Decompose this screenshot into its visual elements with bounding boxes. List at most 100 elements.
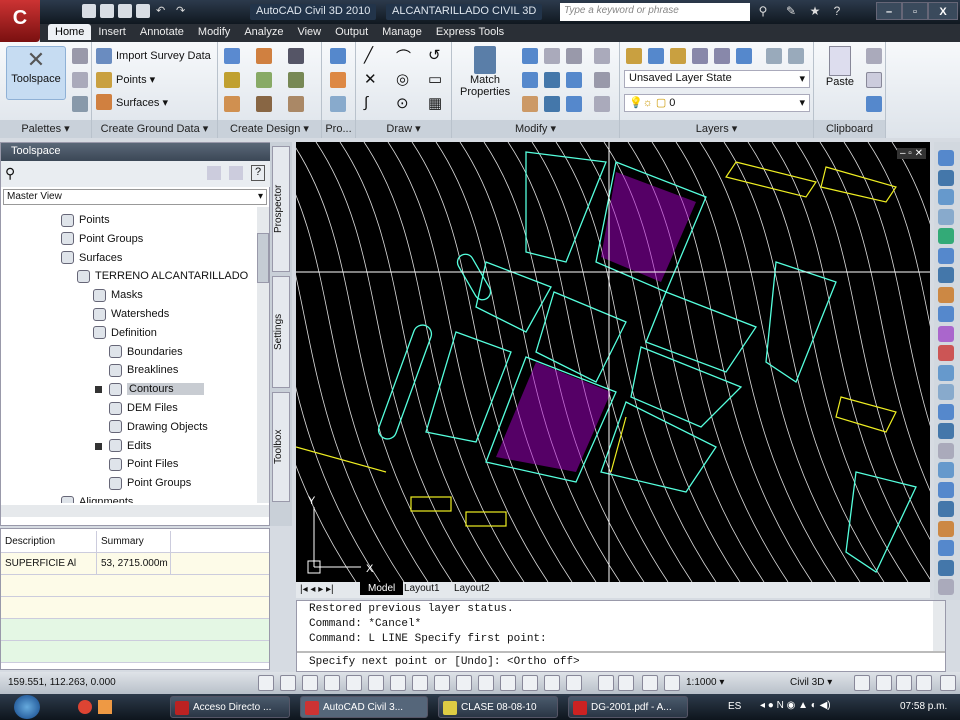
polyline-icon[interactable]: ⌒ — [396, 46, 411, 67]
command-prompt[interactable]: Specify next point or [Undo]: <Ortho off… — [309, 656, 580, 668]
status-toggle-button[interactable] — [434, 675, 450, 691]
column-header-summary[interactable]: Summary — [97, 531, 171, 553]
tree-item[interactable]: TERRENO ALCANTARILLADO — [77, 267, 248, 286]
panorama-icon[interactable] — [72, 96, 88, 112]
tree-item[interactable]: Definition — [93, 324, 157, 343]
explode-icon[interactable] — [594, 72, 610, 88]
paste-button[interactable]: Paste — [822, 46, 858, 88]
hatch-icon[interactable]: ▦ — [428, 94, 442, 112]
pipe-network-icon[interactable] — [224, 96, 240, 112]
search-input[interactable]: Type a keyword or phrase — [560, 3, 750, 21]
tray-icons[interactable]: ◂ ● N ◉ ▲ ◐ ◀) — [760, 700, 860, 714]
tree-scrollbar[interactable] — [257, 207, 269, 503]
circle-icon[interactable]: ◎ — [396, 70, 409, 88]
corridor-icon[interactable] — [288, 72, 304, 88]
expand-icon[interactable] — [95, 442, 102, 450]
tree-item[interactable]: Masks — [93, 286, 143, 305]
tool-icon[interactable] — [938, 481, 954, 498]
tree-item[interactable]: Point Groups — [61, 230, 143, 249]
help-icon[interactable]: ? — [251, 165, 265, 181]
layer-off-icon[interactable] — [692, 48, 708, 64]
status-toggle-button[interactable] — [302, 675, 318, 691]
tab-view[interactable]: View — [290, 24, 328, 40]
help-icon[interactable]: ? — [830, 4, 844, 18]
tool-icon[interactable] — [938, 325, 954, 342]
drawing-canvas[interactable]: Y X – ▫ ✕ — [296, 142, 930, 582]
rectangle-icon[interactable]: ▭ — [428, 70, 442, 88]
tree-item[interactable]: DEM Files — [109, 399, 178, 418]
taskbar-item[interactable]: DG-2001.pdf - A... — [568, 696, 688, 718]
application-menu-button[interactable]: C — [0, 0, 40, 42]
tab-toolbox[interactable]: Toolbox — [272, 392, 290, 502]
tool-icon[interactable] — [938, 345, 954, 361]
language-indicator[interactable]: ES — [728, 701, 741, 712]
status-toggle-button[interactable] — [456, 675, 472, 691]
tool-icon[interactable] — [938, 267, 954, 283]
status-toggle-button[interactable] — [346, 675, 362, 691]
subassembly-icon[interactable] — [288, 96, 304, 112]
viewport-window-controls[interactable]: – ▫ ✕ — [896, 148, 926, 159]
tool-icon[interactable] — [938, 501, 954, 517]
copy-modify-icon[interactable] — [594, 48, 610, 64]
layer-state-dropdown[interactable]: Unsaved Layer State ▾ — [624, 70, 810, 88]
tab-manage[interactable]: Manage — [375, 24, 429, 40]
tab-insert[interactable]: Insert — [91, 24, 133, 40]
status-toggle-button[interactable] — [598, 675, 614, 691]
tool-icon[interactable] — [938, 150, 954, 166]
tree-item[interactable]: Points — [61, 211, 110, 230]
fillet-icon[interactable] — [544, 72, 560, 88]
status-toggle-button[interactable] — [390, 675, 406, 691]
tree-item[interactable]: Drawing Objects — [109, 418, 208, 437]
tool-icon[interactable] — [938, 208, 954, 225]
construction-line-icon[interactable]: ✕ — [364, 70, 377, 88]
tab-output[interactable]: Output — [328, 24, 375, 40]
rotate-modify-icon[interactable] — [544, 48, 560, 64]
properties-icon[interactable] — [72, 48, 88, 64]
panel-label[interactable]: Modify ▾ — [452, 120, 619, 138]
layer-properties-icon[interactable] — [626, 48, 642, 64]
panel-label[interactable]: Palettes ▾ — [0, 120, 91, 138]
taskbar-item-active[interactable]: AutoCAD Civil 3... — [300, 696, 428, 718]
binoculars-icon[interactable]: ⚲ — [756, 4, 770, 18]
column-header-description[interactable]: Description — [1, 531, 97, 553]
tab-home[interactable]: Home — [48, 24, 92, 40]
layer-iso-icon[interactable] — [670, 48, 686, 64]
open-icon[interactable] — [100, 4, 114, 18]
annotation-scale[interactable]: 1:1000 ▾ — [686, 677, 724, 688]
paste-special-icon[interactable] — [866, 96, 882, 112]
tool-icon[interactable] — [938, 520, 954, 537]
maximize-button[interactable]: ▫ — [902, 2, 928, 20]
favorites-icon[interactable]: ★ — [808, 4, 822, 18]
status-toggle-button[interactable] — [566, 675, 582, 691]
status-toggle-button[interactable] — [916, 675, 932, 691]
tool-icon[interactable] — [938, 169, 954, 186]
tree-item[interactable]: Boundaries — [109, 343, 183, 362]
tool-icon[interactable] — [938, 384, 954, 400]
status-toggle-button[interactable] — [876, 675, 892, 691]
cut-icon[interactable] — [866, 48, 882, 64]
command-line[interactable]: Restored previous layer status. Command:… — [296, 600, 946, 672]
toolspace-button[interactable]: ✕ Toolspace — [6, 46, 66, 100]
tool-icon[interactable] — [938, 462, 954, 478]
status-toggle-button[interactable] — [854, 675, 870, 691]
panel-label[interactable]: Create Ground Data ▾ — [92, 120, 217, 138]
match-properties-button[interactable]: Match Properties — [460, 46, 510, 98]
copy-icon[interactable] — [866, 72, 882, 88]
table-row[interactable]: SUPERFICIE Al 53, 2715.000m — [1, 553, 269, 575]
tool-icon[interactable] — [938, 540, 954, 556]
tool-icon[interactable] — [938, 286, 954, 303]
tab-nav-arrows[interactable]: |◂ ◂ ▸ ▸| — [300, 584, 334, 595]
status-toggle-button[interactable] — [478, 675, 494, 691]
tree-item[interactable]: Breaklines — [109, 361, 178, 380]
parcel-icon[interactable] — [224, 48, 240, 64]
stretch-icon[interactable] — [566, 72, 582, 88]
layer-states-icon[interactable] — [648, 48, 664, 64]
status-toggle-button[interactable] — [896, 675, 912, 691]
alignment-icon[interactable] — [256, 48, 272, 64]
tool-icon[interactable] — [938, 189, 954, 205]
chrome-icon[interactable] — [78, 700, 92, 714]
status-toggle-button[interactable] — [368, 675, 384, 691]
tree-item[interactable]: Point Groups — [109, 474, 191, 493]
tab-layout1[interactable]: Layout1 — [404, 583, 440, 594]
ellipse-icon[interactable]: ⊙ — [396, 94, 409, 112]
